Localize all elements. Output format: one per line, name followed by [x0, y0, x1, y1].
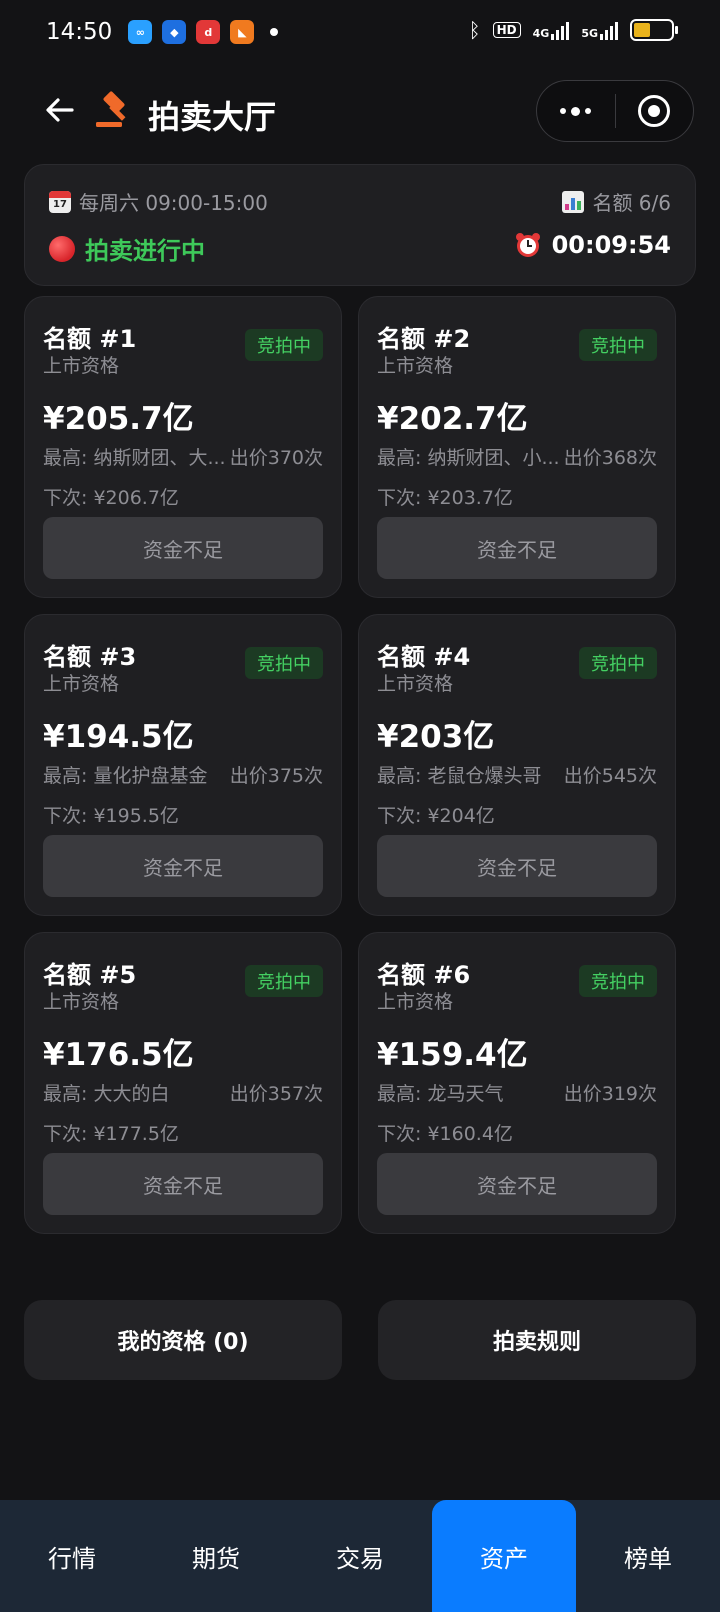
battery-level: [634, 23, 651, 37]
next-bid-price: 下次: ¥206.7亿: [43, 487, 179, 509]
next-bid-price: 下次: ¥203.7亿: [377, 487, 513, 509]
quota-subtitle: 上市资格: [377, 991, 454, 1013]
bidding-status-badge: 竞拍中: [245, 647, 323, 679]
quota-card: 名额 #4 上市资格 竞拍中 ¥203亿最高: 老鼠仓爆头哥 出价545次下次: ¥20…: [358, 614, 676, 916]
current-price: ¥176.5亿: [43, 1037, 194, 1073]
hd-voice-icon: HD: [492, 22, 521, 38]
quota-subtitle: 上市资格: [43, 673, 120, 695]
insufficient-funds-button[interactable]: 资金不足: [377, 835, 657, 897]
insufficient-funds-button[interactable]: 资金不足: [377, 1153, 657, 1215]
highest-bidder: 最高: 纳斯财团、小...: [377, 447, 560, 469]
back-button[interactable]: [40, 90, 80, 130]
tab-market[interactable]: 行情: [0, 1500, 144, 1612]
quota-subtitle: 上市资格: [43, 991, 120, 1013]
signal-4g-icon: 4G: [533, 20, 570, 40]
highest-bidder: 最高: 龙马天气: [377, 1083, 504, 1105]
bidding-status-badge: 竞拍中: [579, 329, 657, 361]
battery-icon: [630, 19, 678, 41]
insufficient-funds-button[interactable]: 资金不足: [43, 1153, 323, 1215]
orange-app-icon: ◣: [230, 20, 255, 44]
current-price: ¥159.4亿: [377, 1037, 528, 1073]
status-time: 14:50: [46, 19, 113, 45]
bid-count: 出价357次: [229, 1083, 323, 1105]
current-price: ¥205.7亿: [43, 401, 194, 437]
highest-bidder: 最高: 纳斯财团、大...: [43, 447, 226, 469]
mini-program-capsule: [536, 80, 694, 142]
tab-ranking[interactable]: 榜单: [576, 1500, 720, 1612]
quota-subtitle: 上市资格: [377, 673, 454, 695]
bidding-status-badge: 竞拍中: [579, 965, 657, 997]
auction-rules-button[interactable]: 拍卖规则: [378, 1300, 696, 1380]
highest-bidder: 最高: 量化护盘基金: [43, 765, 208, 787]
quota-subtitle: 上市资格: [43, 355, 120, 377]
bidding-status-badge: 竞拍中: [579, 647, 657, 679]
insufficient-funds-button[interactable]: 资金不足: [377, 517, 657, 579]
red-circle-icon: [49, 235, 75, 262]
bluetooth-icon: ᛒ: [468, 18, 481, 42]
quota-title: 名额 #1: [43, 325, 137, 353]
notification-icons: ∞ ◆ d ◣: [128, 20, 279, 44]
bid-count: 出价545次: [563, 765, 657, 787]
next-bid-price: 下次: ¥195.5亿: [43, 805, 179, 827]
highest-bidder: 最高: 大大的白: [43, 1083, 170, 1105]
quota-card: 名额 #1 上市资格 竞拍中 ¥205.7亿最高: 纳斯财团、大... 出价370次下次…: [24, 296, 342, 598]
bid-count: 出价368次: [563, 447, 657, 469]
bar-chart-icon: [562, 190, 585, 213]
arrow-left-icon: [46, 98, 74, 122]
quota-subtitle: 上市资格: [377, 355, 454, 377]
quota-title: 名额 #2: [377, 325, 471, 353]
highest-bidder: 最高: 老鼠仓爆头哥: [377, 765, 542, 787]
status-bar: 14:50 ∞ ◆ d ◣ ᛒ HD 4G 5G: [0, 0, 720, 64]
auction-schedule: 17 每周六 09:00-15:00: [49, 187, 268, 216]
more-button[interactable]: [537, 81, 615, 141]
more-notifications-dot-icon: [270, 28, 279, 36]
bid-count: 出价370次: [229, 447, 323, 469]
my-qualification-button[interactable]: 我的资格 (0): [24, 1300, 342, 1380]
tab-trade[interactable]: 交易: [288, 1500, 432, 1612]
current-price: ¥203亿: [377, 719, 495, 755]
tab-futures[interactable]: 期货: [144, 1500, 288, 1612]
quota-card: 名额 #5 上市资格 竞拍中 ¥176.5亿最高: 大大的白 出价357次下次: ¥17…: [24, 932, 342, 1234]
auction-status: 拍卖进行中: [49, 231, 205, 266]
next-bid-price: 下次: ¥160.4亿: [377, 1123, 513, 1145]
system-icons: ᛒ HD 4G 5G: [468, 18, 678, 42]
quota-title: 名额 #3: [43, 643, 137, 671]
quota-card: 名额 #6 上市资格 竞拍中 ¥159.4亿最高: 龙马天气 出价319次下次: ¥16…: [358, 932, 676, 1234]
current-price: ¥202.7亿: [377, 401, 528, 437]
insufficient-funds-button[interactable]: 资金不足: [43, 517, 323, 579]
quota-title: 名额 #4: [377, 643, 471, 671]
page-title: 拍卖大厅: [148, 98, 277, 136]
current-price: ¥194.5亿: [43, 719, 194, 755]
bidding-status-badge: 竞拍中: [245, 965, 323, 997]
signal-5g-icon: 5G: [581, 20, 618, 40]
gavel-icon: [96, 91, 126, 127]
bid-count: 出价375次: [229, 765, 323, 787]
alarm-clock-icon: [515, 233, 540, 257]
bottom-tab-bar: 行情 期货 交易 资产 榜单: [0, 1500, 720, 1612]
insufficient-funds-button[interactable]: 资金不足: [43, 835, 323, 897]
header: 拍卖大厅: [0, 72, 720, 152]
bidding-status-badge: 竞拍中: [245, 329, 323, 361]
countdown-timer: 00:09:54: [514, 231, 671, 259]
next-bid-price: 下次: ¥177.5亿: [43, 1123, 179, 1145]
blue-app-icon: ◆: [162, 20, 187, 44]
quota-count: 名额 6/6: [562, 187, 671, 216]
quota-card: 名额 #2 上市资格 竞拍中 ¥202.7亿最高: 纳斯财团、小... 出价368次下次…: [358, 296, 676, 598]
quota-card: 名额 #3 上市资格 竞拍中 ¥194.5亿最高: 量化护盘基金 出价375次下次: ¥…: [24, 614, 342, 916]
next-bid-price: 下次: ¥204亿: [377, 805, 495, 827]
bid-count: 出价319次: [563, 1083, 657, 1105]
quota-title: 名额 #5: [43, 961, 137, 989]
close-mini-program-button[interactable]: [616, 81, 694, 141]
red-app-icon: d: [196, 20, 221, 44]
quota-title: 名额 #6: [377, 961, 471, 989]
calendar-icon: 17: [49, 190, 71, 213]
target-icon: [638, 95, 671, 127]
auction-info-card: 17 每周六 09:00-15:00 名额 6/6 拍卖进行中 00:09:54: [24, 164, 696, 286]
tab-assets[interactable]: 资产: [432, 1500, 576, 1612]
cloud-app-icon: ∞: [128, 20, 153, 44]
